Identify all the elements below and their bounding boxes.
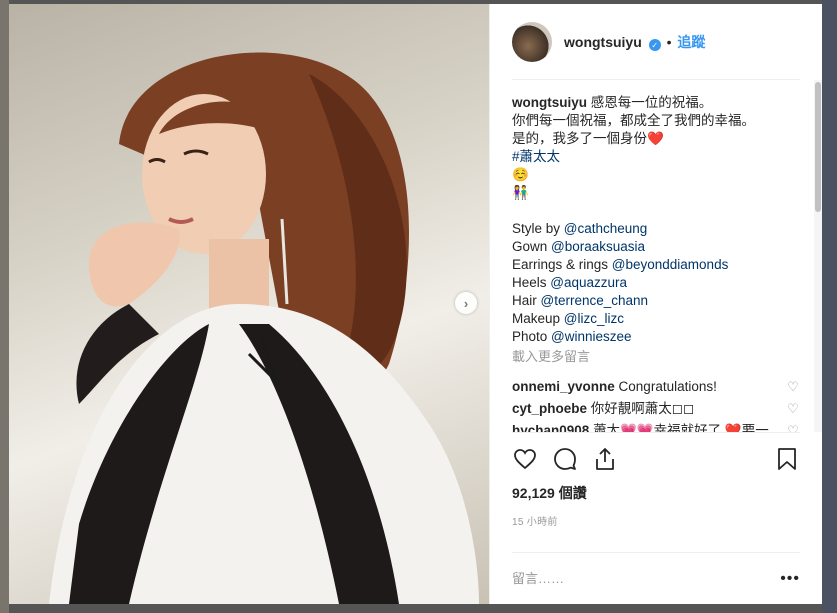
credit-handle-link[interactable]: @boraaksuasia (551, 239, 645, 254)
caption-username[interactable]: wongtsuiyu (512, 95, 587, 110)
comment-icon[interactable] (552, 446, 578, 472)
post-sidebar: wongtsuiyu ✓ • 追蹤 wongtsuiyu 感恩每一位的祝福。 你… (489, 4, 822, 604)
credit-line: Makeup @lizc_lizc (512, 310, 800, 328)
credit-label: Style by (512, 221, 564, 236)
credit-label: Makeup (512, 311, 564, 326)
comment-input[interactable] (512, 571, 781, 586)
comment-text: cyt_phoebe 你好靚啊蕭太◻◻ (512, 400, 780, 418)
credit-line: Earrings & rings @beyonddiamonds (512, 256, 800, 274)
credit-label: Hair (512, 293, 541, 308)
follow-button[interactable]: 追蹤 (677, 34, 705, 50)
scrollbar-thumb[interactable] (815, 82, 821, 212)
credit-label: Earrings & rings (512, 257, 612, 272)
credit-label: Heels (512, 275, 551, 290)
caption-emoji: ☺️ (512, 167, 529, 182)
backdrop-tile (822, 0, 837, 613)
next-image-button[interactable]: › (455, 292, 477, 314)
load-more-comments-button[interactable]: 載入更多留言 (512, 348, 800, 366)
heart-icon[interactable] (512, 446, 538, 472)
add-comment-bar: ••• (512, 552, 800, 604)
portrait-illustration (49, 52, 479, 604)
action-icons (512, 441, 800, 477)
likes-count[interactable]: 92,129 個讚 (512, 483, 800, 503)
credit-line: Hair @terrence_chann (512, 292, 800, 310)
credit-line: Photo @winnieszee (512, 328, 800, 346)
credit-handle-link[interactable]: @aquazzura (550, 275, 627, 290)
credit-handle-link[interactable]: @terrence_chann (541, 293, 649, 308)
backdrop-tile (0, 0, 9, 613)
heart-outline-icon[interactable]: ♡ (786, 378, 800, 396)
comment-text: onnemi_yvonne Congratulations! (512, 378, 780, 396)
caption-line: 感恩每一位的祝福。 (590, 95, 713, 110)
caption-line: 你們每一個祝福，都成全了我們的幸福。 (512, 113, 755, 128)
more-options-icon[interactable]: ••• (780, 570, 800, 588)
credit-line: Heels @aquazzura (512, 274, 800, 292)
comment-username[interactable]: cyt_phoebe (512, 401, 587, 416)
comment-item: cyt_phoebe 你好靚啊蕭太◻◻ ♡ (512, 400, 800, 418)
username-link[interactable]: wongtsuiyu (564, 34, 642, 50)
heart-outline-icon[interactable]: ♡ (786, 422, 800, 432)
post-header: wongtsuiyu ✓ • 追蹤 (512, 4, 800, 80)
comment-item: onnemi_yvonne Congratulations! ♡ (512, 378, 800, 396)
comment-body: Congratulations! (618, 379, 717, 394)
caption-emoji: 👫 (512, 185, 529, 200)
hashtag-link[interactable]: #蕭太太 (512, 148, 800, 166)
comment-text: hychan0908 蕭太💗💗幸福就好了 ❤️要一直幸福下去💙🐠❤️ (512, 422, 780, 432)
caption-line: 是的，我多了一個身份❤️ (512, 131, 664, 146)
post-timestamp[interactable]: 15 小時前 (512, 513, 800, 528)
comment-username[interactable]: hychan0908 (512, 423, 589, 432)
heart-outline-icon[interactable]: ♡ (786, 400, 800, 418)
credit-label: Photo (512, 329, 552, 344)
comment-body: 你好靚啊蕭太◻◻ (590, 401, 695, 416)
credit-handle-link[interactable]: @cathcheung (564, 221, 648, 236)
post-modal: › wongtsuiyu ✓ • 追蹤 wongtsuiyu 感恩每一位的祝福。… (9, 4, 822, 604)
credit-label: Gown (512, 239, 552, 254)
credit-handle-link[interactable]: @beyonddiamonds (612, 257, 729, 272)
bookmark-icon[interactable] (774, 446, 800, 472)
comment-username[interactable]: onnemi_yvonne (512, 379, 615, 394)
credit-handle-link[interactable]: @lizc_lizc (564, 311, 624, 326)
separator-dot: • (666, 33, 672, 50)
credit-line: Gown @boraaksuasia (512, 238, 800, 256)
post-actions: 92,129 個讚 15 小時前 (512, 432, 800, 552)
comments-area[interactable]: wongtsuiyu 感恩每一位的祝福。 你們每一個祝福，都成全了我們的幸福。 … (490, 80, 822, 432)
post-caption: wongtsuiyu 感恩每一位的祝福。 你們每一個祝福，都成全了我們的幸福。 … (512, 94, 800, 346)
header-user: wongtsuiyu ✓ • 追蹤 (564, 32, 705, 52)
post-photo[interactable]: › (9, 4, 489, 604)
credit-handle-link[interactable]: @winnieszee (551, 329, 632, 344)
comment-item: hychan0908 蕭太💗💗幸福就好了 ❤️要一直幸福下去💙🐠❤️ ♡ (512, 422, 800, 432)
scrollbar[interactable] (814, 80, 822, 432)
credit-line: Style by @cathcheung (512, 220, 800, 238)
verified-badge-icon: ✓ (648, 39, 661, 51)
avatar[interactable] (512, 21, 552, 62)
share-icon[interactable] (592, 446, 618, 472)
